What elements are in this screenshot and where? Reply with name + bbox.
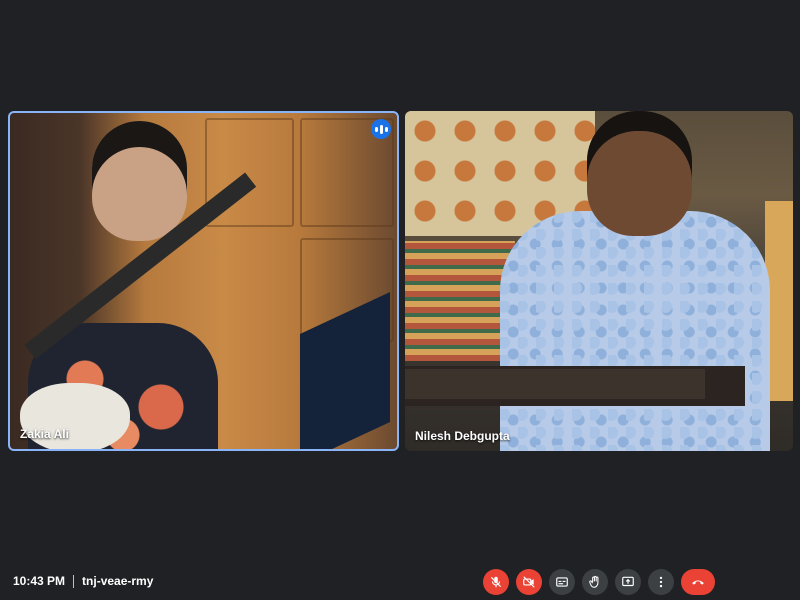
present-screen-button[interactable] [615,569,641,595]
more-options-button[interactable] [648,569,674,595]
divider [73,574,75,588]
meeting-time: 10:43 PM [13,574,66,588]
participant-video-body [500,211,770,451]
mic-toggle-button[interactable] [483,569,509,595]
hang-up-icon [692,580,704,585]
bedsheet [405,241,515,361]
bottom-control-bar: 10:43 PM tnj-veae-rmy [0,560,800,600]
participant-name: Nilesh Debgupta [415,429,510,443]
present-screen-icon [622,576,634,587]
participant-tile-zakia-ali[interactable]: Zakia Ali [8,111,399,451]
acoustic-guitar-neck [405,369,705,399]
meeting-code[interactable]: tnj-veae-rmy [82,574,153,588]
meeting-stage: Zakia Ali Nilesh Debgupta 10:43 PM tnj-v… [0,0,800,600]
camera-toggle-button[interactable] [516,569,542,595]
captions-button[interactable] [549,569,575,595]
participant-tile-nilesh-debgupta[interactable]: Nilesh Debgupta [405,111,793,451]
captions-icon [556,577,568,587]
speaking-indicator-icon [371,119,391,139]
participant-video-head [587,111,692,236]
raise-hand-button[interactable] [582,569,608,595]
camera-off-icon [523,576,535,588]
raise-hand-icon [589,575,599,588]
more-options-icon [659,576,663,588]
mic-off-icon [490,576,502,588]
meeting-info: 10:43 PM tnj-veae-rmy [13,574,153,588]
leave-call-button[interactable] [681,569,715,595]
call-controls [483,569,715,595]
participant-video-head [92,121,187,241]
participant-name: Zakia Ali [20,427,69,441]
